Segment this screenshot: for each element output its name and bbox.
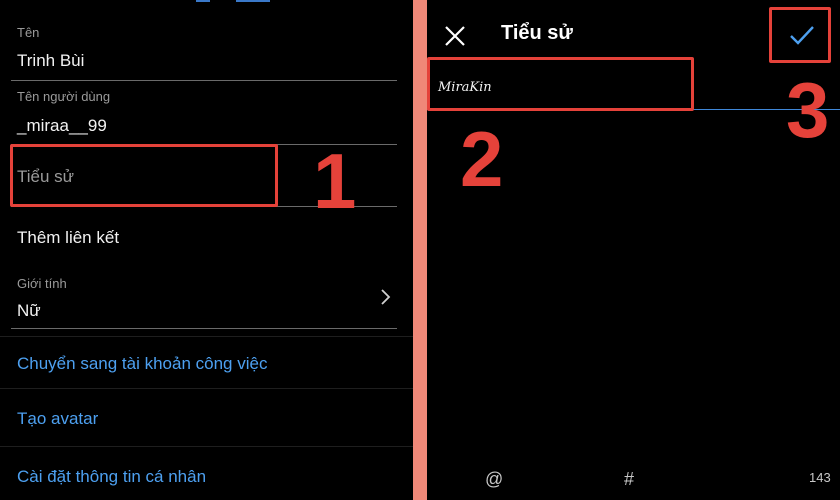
gender-underline — [11, 328, 397, 329]
callout-number-2: 2 — [460, 115, 504, 203]
callout-number-3: 3 — [786, 66, 830, 154]
username-label: Tên người dùng — [17, 89, 111, 104]
chevron-right-icon — [380, 288, 392, 311]
truncated-top-link — [236, 0, 270, 2]
bio-editor-title: Tiểu sử — [501, 22, 573, 44]
character-count: 143 — [809, 470, 831, 485]
bio-editor-panel: Tiểu sử MiraKin @ # 143 2 3 — [427, 0, 840, 500]
edit-profile-panel: Tên Trinh Bùi Tên người dùng _miraa__99 … — [0, 0, 413, 500]
truncated-top-link — [196, 0, 210, 2]
name-underline — [11, 80, 397, 81]
username-value: _miraa__99 — [17, 116, 107, 135]
create-avatar-link[interactable]: Tạo avatar — [17, 409, 98, 429]
section-divider — [0, 336, 413, 337]
section-divider — [0, 446, 413, 447]
name-value: Trinh Bùi — [17, 51, 85, 70]
switch-to-business-link[interactable]: Chuyển sang tài khoản công việc — [17, 354, 267, 374]
mention-key[interactable]: @ — [485, 469, 503, 490]
gender-value: Nữ — [17, 301, 41, 320]
section-divider — [0, 388, 413, 389]
callout-box-1 — [10, 144, 278, 207]
callout-box-2 — [427, 57, 694, 111]
callout-number-1: 1 — [313, 137, 357, 225]
close-icon[interactable] — [443, 24, 467, 53]
callout-box-3 — [769, 7, 831, 63]
hashtag-key[interactable]: # — [624, 469, 634, 490]
gender-label: Giới tính — [17, 276, 67, 291]
personal-info-settings-link[interactable]: Cài đặt thông tin cá nhân — [17, 467, 206, 487]
add-link-label: Thêm liên kết — [17, 228, 120, 247]
name-label: Tên — [17, 25, 40, 40]
